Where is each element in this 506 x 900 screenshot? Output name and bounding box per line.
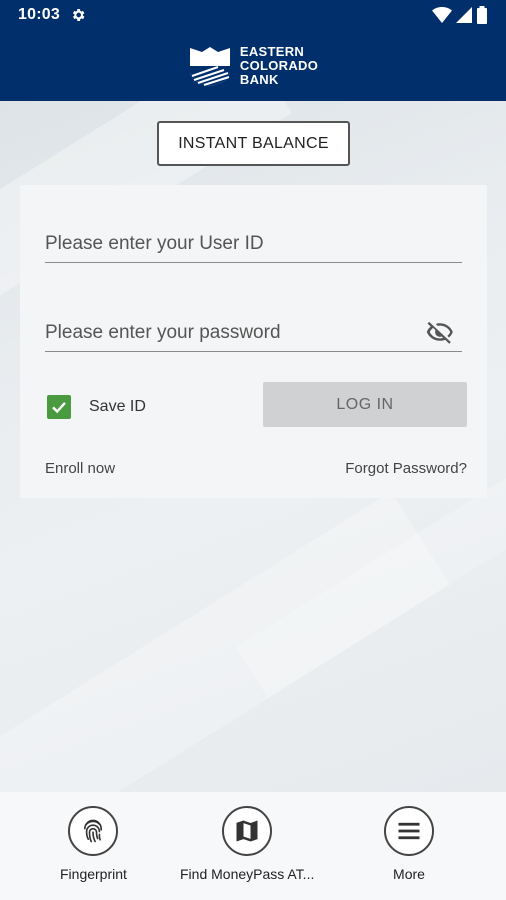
map-button	[222, 806, 273, 856]
login-card: Please enter your User ID Please enter y…	[20, 185, 487, 498]
visibility-off-icon[interactable]	[426, 318, 454, 346]
nav-item-fingerprint[interactable]: Fingerprint	[60, 806, 127, 882]
brand-line1: EASTERN	[239, 43, 305, 59]
checkmark-icon	[52, 402, 66, 414]
login-button[interactable]: LOG IN	[263, 382, 467, 427]
battery-icon	[477, 6, 487, 24]
save-id-checkbox[interactable]	[47, 395, 71, 419]
forgot-password-link[interactable]: Forgot Password?	[345, 460, 467, 477]
save-id-label: Save ID	[89, 398, 146, 415]
brand-line2: COLORADO	[239, 57, 319, 73]
password-field[interactable]: Please enter your password	[45, 314, 462, 352]
signal-icon	[456, 7, 472, 23]
bank-logo: EASTERN COLORADO BANK	[188, 44, 318, 88]
app-header: EASTERN COLORADO BANK	[0, 30, 506, 101]
more-button	[384, 806, 434, 856]
enroll-link[interactable]: Enroll now	[45, 460, 115, 477]
status-time: 10:03	[18, 6, 60, 23]
user-id-field[interactable]: Please enter your User ID	[45, 225, 462, 263]
bottom-nav: Fingerprint Find MoneyPass AT... More	[0, 792, 506, 900]
nav-label-more: More	[393, 866, 425, 882]
wifi-icon	[432, 7, 452, 23]
fingerprint-icon	[84, 819, 103, 843]
map-icon	[236, 820, 258, 842]
brand-line3: BANK	[239, 71, 279, 87]
user-id-placeholder: Please enter your User ID	[45, 232, 264, 254]
gear-icon	[72, 9, 85, 21]
nav-label-fingerprint: Fingerprint	[60, 866, 127, 882]
nav-label-find-moneypass: Find MoneyPass AT...	[180, 866, 315, 882]
instant-balance-button[interactable]: INSTANT BALANCE	[157, 121, 350, 166]
menu-icon	[398, 822, 420, 840]
fingerprint-button	[68, 806, 119, 856]
nav-item-more[interactable]: More	[384, 806, 434, 882]
nav-item-find-moneypass[interactable]: Find MoneyPass AT...	[180, 806, 314, 882]
bank-logo-icon	[189, 46, 230, 86]
password-placeholder: Please enter your password	[45, 321, 281, 343]
status-bar: 10:03	[0, 0, 506, 30]
